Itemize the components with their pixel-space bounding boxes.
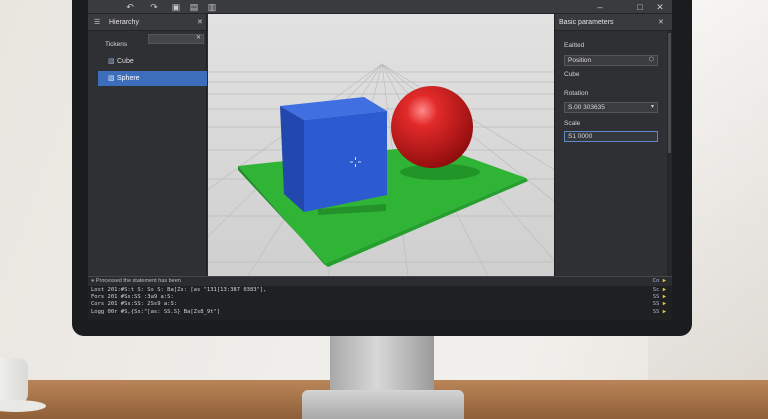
tool-icon[interactable]: ▥ bbox=[206, 1, 218, 13]
hierarchy-item-label: Sphere bbox=[117, 75, 140, 82]
back-icon[interactable]: ↶ bbox=[124, 1, 136, 13]
close-icon[interactable]: ✕ bbox=[196, 34, 201, 41]
status-dot-icon: ● bbox=[91, 278, 95, 284]
console-right-label: SS ▶ bbox=[652, 294, 666, 300]
hierarchy-title: Hierarchy bbox=[109, 19, 139, 26]
rotation-value: S.00 303635 bbox=[568, 104, 605, 111]
scale-field[interactable]: S1 0000 bbox=[564, 131, 658, 142]
close-icon[interactable]: ✕ bbox=[197, 14, 203, 31]
console-right-label: Co ▶ bbox=[652, 278, 666, 284]
console-line: Fors 201 #Ss:SS :3a9 a:S: bbox=[91, 294, 174, 300]
play-icon[interactable]: ▶ bbox=[663, 278, 666, 284]
console-panel: ● Processed the statement has been Lost … bbox=[88, 276, 672, 320]
play-icon[interactable]: ▶ bbox=[663, 309, 666, 315]
hierarchy-item-label: Cube bbox=[117, 58, 134, 65]
play-icon[interactable]: ▶ bbox=[663, 294, 666, 300]
hierarchy-header: ☰ Hierarchy ✕ bbox=[88, 14, 206, 31]
object-icon: ▧ bbox=[108, 75, 115, 82]
console-status: ● Processed the statement has been bbox=[88, 277, 672, 286]
hierarchy-panel: ☰ Hierarchy ✕ ✕ Tickens ▧ Cube ▧ Sphere bbox=[88, 14, 207, 276]
scene-render bbox=[208, 14, 555, 276]
chevron-down-icon: ⬡ bbox=[648, 57, 654, 63]
monitor-stand-base bbox=[302, 390, 464, 419]
scene-viewport[interactable] bbox=[208, 14, 555, 276]
properties-header: Basic parameters ✕ bbox=[555, 14, 672, 31]
properties-title: Basic parameters bbox=[559, 19, 614, 26]
hierarchy-search-input[interactable]: ✕ bbox=[148, 34, 204, 44]
coffee-mug bbox=[0, 358, 28, 404]
sphere-object[interactable] bbox=[391, 86, 473, 168]
console-right-label: SS ▶ bbox=[652, 309, 666, 315]
console-status-text: Processed the statement has been bbox=[95, 278, 181, 284]
position-dropdown[interactable]: Position ⬡ bbox=[564, 55, 658, 66]
properties-panel: Basic parameters ✕ Eaitted Position ⬡ Cu… bbox=[554, 14, 672, 276]
menu-icon[interactable]: ☰ bbox=[94, 14, 100, 31]
position-value: Cube bbox=[564, 71, 580, 78]
console-line: Cors 201 #Ss:SS: 2Ss9 a:S: bbox=[91, 301, 178, 307]
play-icon[interactable]: ▶ bbox=[663, 301, 666, 307]
hierarchy-subtitle: Tickens bbox=[105, 41, 128, 48]
close-icon[interactable]: ✕ bbox=[658, 14, 664, 31]
screen: ↶ ↷ ▣ ▤ ▥ ‒ □ ✕ ☰ Hierarchy ✕ ✕ Tickens … bbox=[88, 0, 672, 320]
section-label: Eaitted bbox=[564, 42, 585, 49]
chevron-down-icon: ▾ bbox=[650, 104, 654, 110]
object-icon: ▧ bbox=[108, 58, 115, 65]
hierarchy-item-cube[interactable]: ▧ Cube bbox=[98, 54, 207, 69]
scale-value: S1 0000 bbox=[568, 133, 593, 140]
properties-scrollbar[interactable] bbox=[667, 31, 672, 276]
console-right-label: Sc ▶ bbox=[652, 287, 666, 293]
console-right-label: SS ▶ bbox=[652, 301, 666, 307]
hierarchy-item-sphere[interactable]: ▧ Sphere bbox=[98, 71, 207, 86]
forward-icon[interactable]: ↷ bbox=[148, 1, 160, 13]
rotation-field[interactable]: S.00 303635 ▾ bbox=[564, 102, 658, 113]
position-dropdown-value: Position bbox=[568, 57, 592, 64]
restore-icon[interactable]: □ bbox=[634, 1, 646, 13]
console-line: Lost 201:#S:t S: Ss S: Ba[Zs: [as "131[1… bbox=[91, 287, 267, 293]
rotation-label: Rotation bbox=[564, 90, 589, 97]
play-icon[interactable]: ▶ bbox=[663, 287, 666, 293]
close-icon[interactable]: ✕ bbox=[654, 1, 666, 13]
monitor-stand-neck bbox=[330, 332, 434, 394]
tool-icon[interactable]: ▤ bbox=[188, 1, 200, 13]
top-toolbar: ↶ ↷ ▣ ▤ ▥ ‒ □ ✕ bbox=[88, 0, 672, 14]
minimize-icon[interactable]: ‒ bbox=[594, 1, 606, 13]
scale-label: Scale bbox=[564, 120, 581, 127]
console-line: Logg 00r #S,{Ss:"[as: SS.S} Ba[Zs8_9t"] bbox=[91, 309, 221, 315]
tool-icon[interactable]: ▣ bbox=[170, 1, 182, 13]
scroll-thumb[interactable] bbox=[668, 33, 671, 153]
